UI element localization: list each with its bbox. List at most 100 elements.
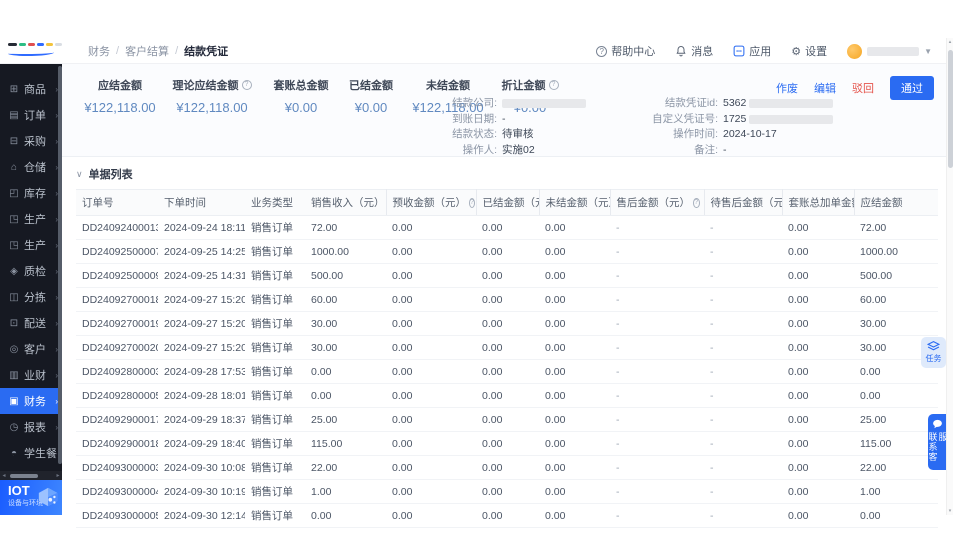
sidebar-item-warehouse[interactable]: ⌂仓储› (0, 154, 62, 180)
info-icon[interactable]: ? (693, 198, 700, 208)
prepaid-amount-cell: 0.00 (386, 312, 476, 336)
due-amount-cell: 1000.00 (854, 240, 938, 264)
topbar-item-help[interactable]: ?帮助中心 (596, 43, 655, 59)
sidebar-item-finance[interactable]: ▣财务› (0, 388, 62, 414)
sidebar-item-quality-check[interactable]: ◈质检› (0, 258, 62, 284)
scroll-down-icon[interactable]: ▾ (947, 507, 953, 515)
task-floating-button[interactable]: 任务 (921, 337, 946, 368)
inventory-icon: ◰ (8, 188, 20, 199)
reject-button[interactable]: 驳回 (852, 80, 874, 96)
sidebar-item-label: 订单 (24, 107, 46, 123)
user-menu[interactable]: ▼ (847, 44, 932, 59)
void-button[interactable]: 作废 (776, 80, 798, 96)
sidebar-horizontal-scrollbar[interactable]: ◂ ▸ (0, 471, 62, 480)
sidebar-item-goods[interactable]: ⊞商品› (0, 76, 62, 102)
order-no-cell: DD24092700018 (76, 288, 158, 312)
contact-service-button[interactable]: 联系客服 (928, 414, 947, 470)
topbar-item-gear[interactable]: ⚙设置 (791, 43, 827, 59)
aftersale-amount-cell: - (610, 504, 704, 528)
ledger-add-amount-cell: 0.00 (782, 240, 854, 264)
order-time-cell: 2024-09-30 12:14 (158, 504, 245, 528)
due-amount-cell: 1.00 (854, 480, 938, 504)
sidebar-item-delivery[interactable]: ⊡配送› (0, 310, 62, 336)
column-header-inner: 已结金额（元）? (483, 195, 535, 210)
business-type-cell: 销售订单 (245, 384, 305, 408)
info-row: 操作时间:2024-10-17 (630, 128, 833, 141)
column-header: 业务类型 (245, 190, 305, 216)
scroll-left-icon[interactable]: ◂ (0, 472, 8, 479)
pending-aftersale-amount-cell: - (704, 456, 782, 480)
settled-amount-cell: 0.00 (476, 360, 539, 384)
production-2-icon: ◳ (8, 240, 20, 251)
stat-value: ¥122,118.00 (162, 100, 262, 115)
table-row: DD240929000172024-09-29 18:37销售订单25.000.… (76, 408, 938, 432)
breadcrumb-item[interactable]: 客户结算 (125, 43, 169, 59)
order-time-cell: 2024-09-27 15:20 (158, 312, 245, 336)
sidebar-item-business-finance[interactable]: ▥业财› (0, 362, 62, 388)
sidebar-item-label: 报表 (24, 419, 46, 435)
topbar-item-bell[interactable]: 消息 (675, 43, 713, 59)
info-value: - (723, 144, 727, 157)
ledger-add-amount-cell: 0.00 (782, 360, 854, 384)
topbar-menu-items: ?帮助中心 消息 应用 ⚙设置 (596, 43, 827, 59)
sidebar-item-production-2[interactable]: ◳生产› (0, 232, 62, 258)
scroll-thumb[interactable] (10, 474, 38, 478)
topbar-item-apps[interactable]: 应用 (733, 43, 771, 59)
due-amount-cell: 25.00 (854, 408, 938, 432)
action-buttons: 作废编辑驳回通过 (776, 76, 934, 100)
summary-panel: 应结金额¥122,118.00理论应结金额?¥122,118.00套账总金额¥0… (62, 64, 946, 157)
column-header-inner: 销售收入（元）? (311, 195, 382, 210)
sidebar-item-sorting[interactable]: ◫分拣› (0, 284, 62, 310)
settled-amount-cell: 0.00 (476, 504, 539, 528)
sidebar-item-inventory[interactable]: ◰库存› (0, 180, 62, 206)
page-scrollbar[interactable]: ▴ ▾ (946, 38, 953, 515)
ledger-add-amount-cell: 0.00 (782, 336, 854, 360)
business-type-cell: 销售订单 (245, 504, 305, 528)
sidebar-item-customers[interactable]: ◎客户› (0, 336, 62, 362)
info-icon[interactable]: ? (469, 198, 475, 208)
sidebar-item-label: 采购 (24, 133, 46, 149)
column-header-inner: 下单时间 (164, 195, 241, 210)
sales-income-cell: 115.00 (305, 432, 386, 456)
info-icon[interactable]: ? (549, 80, 559, 90)
unsettled-amount-cell: 0.00 (539, 312, 610, 336)
breadcrumb-item[interactable]: 财务 (88, 43, 110, 59)
table-row: DD240930000042024-09-30 10:19销售订单1.000.0… (76, 480, 938, 504)
iot-panel[interactable]: IOT 设备与环境 (0, 480, 62, 515)
aftersale-amount-cell: - (610, 384, 704, 408)
page-scroll-thumb[interactable] (948, 50, 953, 168)
purchase-icon: ⊟ (8, 136, 20, 147)
ledger-add-amount-cell: 0.00 (782, 216, 854, 240)
sidebar-item-purchase[interactable]: ⊟采购› (0, 128, 62, 154)
order-time-cell: 2024-09-28 17:53 (158, 360, 245, 384)
collapse-caret-icon[interactable]: ∨ (76, 169, 83, 180)
sidebar-item-production[interactable]: ◳生产› (0, 206, 62, 232)
pending-aftersale-amount-cell: - (704, 432, 782, 456)
redacted-value (749, 99, 833, 108)
stat-label-text: 已结金额 (349, 77, 393, 93)
order-no-cell: DD24092800005 (76, 384, 158, 408)
order-no-cell: DD24093000004 (76, 480, 158, 504)
scroll-right-icon[interactable]: ▸ (54, 472, 62, 479)
scroll-up-icon[interactable]: ▴ (947, 38, 953, 46)
settled-amount-cell: 0.00 (476, 216, 539, 240)
stat-label-text: 未结金额 (426, 77, 470, 93)
aftersale-amount-cell: - (610, 360, 704, 384)
prepaid-amount-cell: 0.00 (386, 264, 476, 288)
topbar-item-label: 应用 (749, 43, 771, 59)
column-header-inner: 套账总加单金额? (789, 195, 850, 210)
sorting-icon: ◫ (8, 292, 20, 303)
edit-button[interactable]: 编辑 (814, 80, 836, 96)
prepaid-amount-cell: 0.00 (386, 456, 476, 480)
redacted-value (749, 115, 833, 124)
approve-button[interactable]: 通过 (890, 76, 934, 100)
order-no-cell: DD24092400013 (76, 216, 158, 240)
aftersale-amount-cell: - (610, 480, 704, 504)
documents-section: ∨ 单据列表 订单号下单时间业务类型销售收入（元）?预收金额（元）?已结金额（元… (62, 157, 946, 528)
prepaid-amount-cell: 0.00 (386, 408, 476, 432)
sidebar-item-orders[interactable]: ▤订单› (0, 102, 62, 128)
prepaid-amount-cell: 0.00 (386, 504, 476, 528)
info-icon[interactable]: ? (242, 80, 252, 90)
sidebar-item-student-meal[interactable]: ◓学生餐 (0, 440, 62, 466)
sidebar-item-reports[interactable]: ◷报表› (0, 414, 62, 440)
